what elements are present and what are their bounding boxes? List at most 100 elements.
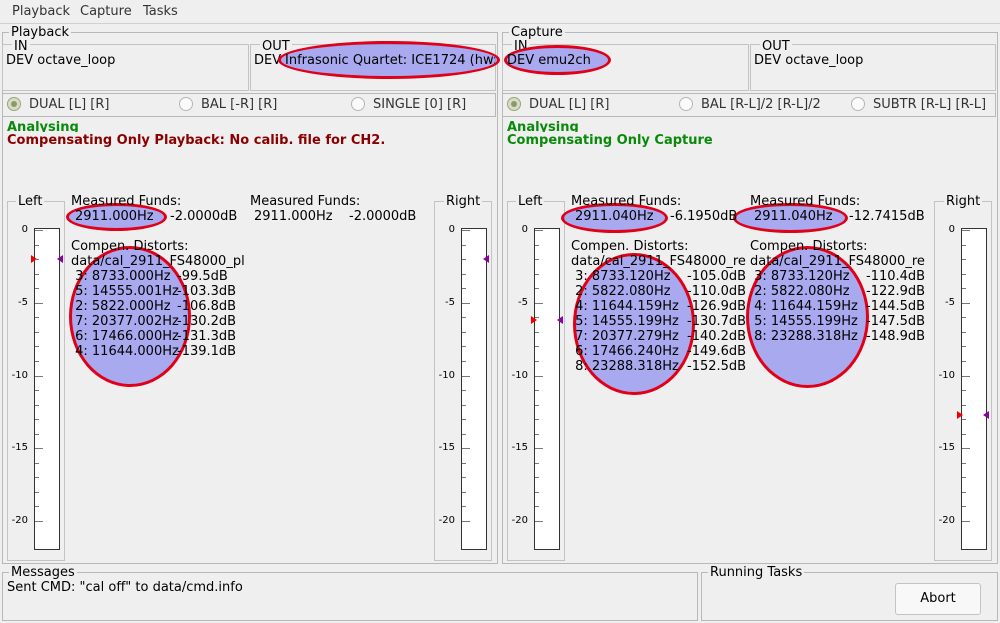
scale-tick — [962, 245, 966, 246]
distort-frequency: 2: 5822.080Hz — [571, 284, 671, 299]
scale-tick — [462, 521, 470, 522]
distort-level: -131.3dB — [177, 329, 237, 344]
scale-tick — [535, 303, 543, 304]
capture-right-level-marker-red — [957, 411, 963, 419]
distort-level: -99.5dB — [177, 269, 228, 284]
scale-tick — [535, 419, 539, 420]
distort-level: -144.5dB — [866, 299, 926, 314]
distort-frequency: 2: 5822.000Hz — [71, 299, 171, 314]
scale-tick — [962, 521, 970, 522]
scale-label: 0 — [521, 224, 528, 235]
capture-left-level-marker-purple — [557, 316, 563, 324]
scale-tick — [535, 361, 539, 362]
distort-level: -126.9dB — [687, 299, 747, 314]
scale-label: -20 — [11, 515, 28, 526]
scale-label: -5 — [445, 296, 455, 308]
menu-playback[interactable]: Playback — [12, 4, 70, 19]
scale-tick — [962, 390, 966, 391]
scale-label: -20 — [438, 515, 455, 526]
distort-level: -106.8dB — [177, 299, 237, 314]
scale-tick — [35, 419, 39, 420]
scale-tick — [535, 332, 539, 333]
messages-title: Messages — [9, 565, 77, 581]
playback-ch1-fund-level: -2.0000dB — [170, 209, 238, 224]
playback-mode-single-radio[interactable] — [351, 97, 365, 111]
capture-status-compensating: Compensating Only Capture — [507, 133, 713, 147]
scale-tick — [962, 434, 966, 435]
distort-frequency: 6: 17466.000Hz — [71, 329, 179, 344]
scale-tick — [535, 390, 539, 391]
capture-status-analysing: Analysing — [507, 120, 579, 132]
distort-frequency: 5: 14555.001Hz — [71, 284, 179, 299]
scale-tick — [535, 506, 539, 507]
scale-tick — [462, 405, 466, 406]
scale-tick — [462, 245, 466, 246]
scale-tick — [535, 346, 539, 347]
distort-frequency: 8: 23288.318Hz — [750, 329, 858, 344]
scale-tick — [35, 521, 43, 522]
scale-tick — [535, 317, 539, 318]
messages-text: Sent CMD: "cal off" to data/cmd.info — [7, 580, 243, 595]
scale-tick — [462, 288, 466, 289]
playback-left-meter-label: Left — [16, 194, 45, 210]
capture-in-device: DEV emu2ch — [507, 53, 591, 68]
scale-tick — [462, 274, 466, 275]
distort-level: -152.5dB — [687, 359, 747, 374]
scale-tick — [535, 492, 539, 493]
capture-ch2-calib-file: data/cal_2911_FS48000_re — [750, 254, 925, 269]
scale-tick — [462, 434, 466, 435]
playback-mode-bal-radio[interactable] — [179, 97, 193, 111]
scale-label: -10 — [11, 369, 28, 381]
capture-out-device: DEV octave_loop — [754, 53, 864, 68]
playback-mode-single-label: SINGLE [0] [R] — [373, 97, 467, 112]
scale-tick — [962, 492, 966, 493]
scale-tick — [535, 448, 543, 449]
scale-tick — [962, 405, 966, 406]
playback-mode-bal-label: BAL [-R] [R] — [201, 97, 278, 112]
scale-tick — [535, 463, 539, 464]
distort-level: -149.6dB — [687, 344, 747, 359]
capture-left-meter-label: Left — [516, 194, 545, 210]
scale-tick — [462, 506, 466, 507]
scale-label: -15 — [11, 442, 28, 454]
distort-frequency: 5: 14555.199Hz — [750, 314, 858, 329]
scale-tick — [962, 274, 966, 275]
scale-tick — [35, 361, 39, 362]
capture-ch2-funds-heading: Measured Funds: — [750, 194, 861, 209]
scale-tick — [962, 259, 966, 260]
capture-ch1-distorts-heading: Compen. Distorts: — [571, 239, 689, 254]
abort-button[interactable]: Abort — [895, 583, 981, 615]
playback-mode-dual-radio[interactable] — [7, 97, 21, 111]
scale-tick — [462, 259, 466, 260]
distort-frequency: 7: 20377.279Hz — [571, 329, 679, 344]
distort-frequency: 2: 5822.080Hz — [750, 284, 850, 299]
scale-tick — [35, 259, 39, 260]
capture-mode-bal-radio[interactable] — [679, 97, 693, 111]
playback-right-meter-label: Right — [444, 194, 483, 210]
distort-level: -110.4dB — [866, 269, 926, 284]
playback-ch2-fund-freq: 2911.000Hz — [254, 209, 333, 224]
scale-tick — [535, 434, 539, 435]
capture-mode-subtr-radio[interactable] — [851, 97, 865, 111]
scale-tick — [35, 506, 39, 507]
distort-frequency: 3: 8733.000Hz — [71, 269, 171, 284]
scale-label: -15 — [938, 442, 955, 454]
scale-tick — [535, 521, 543, 522]
scale-tick — [962, 448, 970, 449]
distort-level: -122.9dB — [866, 284, 926, 299]
menu-capture[interactable]: Capture — [80, 4, 132, 19]
scale-tick — [962, 477, 966, 478]
distort-level: -147.5dB — [866, 314, 926, 329]
scale-tick — [462, 346, 466, 347]
menu-tasks[interactable]: Tasks — [143, 4, 178, 19]
playback-left-level-bar — [34, 228, 60, 550]
playback-left-level-marker-purple — [57, 255, 63, 263]
capture-mode-dual-radio[interactable] — [507, 97, 521, 111]
capture-ch1-fund-freq: 2911.040Hz — [575, 209, 654, 224]
scale-label: -10 — [511, 369, 528, 381]
playback-right-level-marker-purple — [483, 255, 489, 263]
distort-level: -130.2dB — [177, 314, 237, 329]
capture-right-meter-label: Right — [944, 194, 983, 210]
scale-tick — [35, 274, 39, 275]
capture-ch2-fund-freq: 2911.040Hz — [754, 209, 833, 224]
